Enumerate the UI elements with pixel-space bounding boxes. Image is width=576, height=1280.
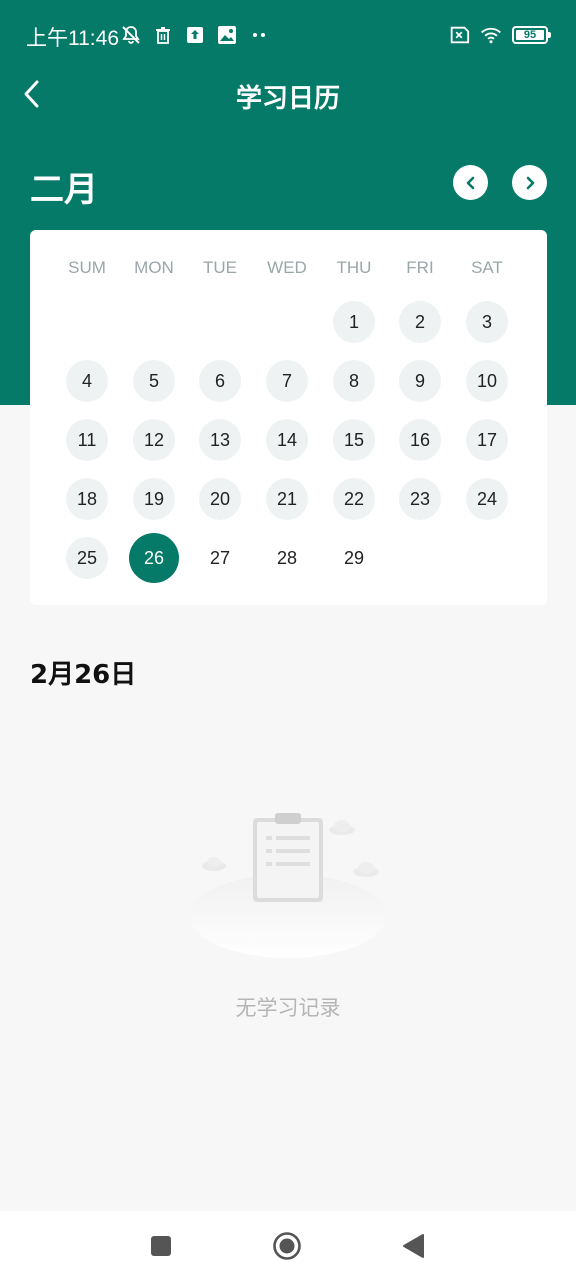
clipboard-icon (190, 800, 390, 965)
calendar-day[interactable]: 17 (466, 419, 508, 461)
chevron-left-icon (466, 176, 474, 189)
bell-off-icon (120, 24, 142, 46)
wifi-icon (480, 24, 502, 46)
weekday-label: WED (267, 258, 307, 277)
calendar-day[interactable]: 9 (399, 360, 441, 402)
sim-off-icon (448, 24, 470, 46)
battery-icon: 95 (512, 26, 551, 44)
calendar-day[interactable]: 25 (66, 537, 108, 579)
calendar-card: SUM MON TUE WED THU FRI SAT 1 2 3 4 5 6 7 8 9 10 11 12 13 1… (30, 230, 547, 605)
home-button[interactable] (272, 1231, 302, 1261)
calendar-day[interactable]: 21 (266, 478, 308, 520)
calendar-day-selected[interactable]: 26 (129, 533, 179, 583)
more-dots-icon (248, 24, 270, 46)
status-icons-left (120, 22, 270, 48)
prev-month-button[interactable] (453, 165, 488, 200)
calendar-day[interactable]: 10 (466, 360, 508, 402)
calendar-day[interactable]: 19 (133, 478, 175, 520)
calendar-day[interactable]: 3 (466, 301, 508, 343)
calendar-day[interactable]: 29 (333, 537, 375, 579)
status-time: 上午11:46 (26, 27, 119, 50)
calendar-day[interactable]: 6 (199, 360, 241, 402)
selected-date-label: 2月26日 (30, 660, 137, 690)
weekday-label: THU (336, 258, 372, 277)
home-icon (273, 1232, 301, 1260)
calendar-day[interactable]: 2 (399, 301, 441, 343)
weekday-label: SAT (471, 258, 503, 277)
system-nav-bar (0, 1211, 576, 1280)
chevron-right-icon (526, 176, 534, 189)
weekday-label: TUE (203, 258, 237, 277)
calendar-day[interactable]: 28 (266, 537, 308, 579)
calendar-day[interactable]: 7 (266, 360, 308, 402)
recent-apps-icon (151, 1236, 171, 1256)
weekday-label: FRI (406, 258, 434, 277)
month-label: 二月 (30, 170, 98, 210)
calendar-day[interactable]: 16 (399, 419, 441, 461)
page: 上午11:46 95 学习日历 二月 SUM MON TUE WED THU F… (0, 0, 576, 1280)
calendar-day[interactable]: 22 (333, 478, 375, 520)
recent-apps-button[interactable] (146, 1231, 176, 1261)
calendar-day[interactable]: 1 (333, 301, 375, 343)
calendar-day[interactable]: 11 (66, 419, 108, 461)
calendar-day[interactable]: 23 (399, 478, 441, 520)
status-bar: 上午11:46 95 (0, 0, 576, 70)
status-icons-right: 95 (448, 24, 551, 46)
calendar-day[interactable]: 18 (66, 478, 108, 520)
weekday-label: MON (134, 258, 174, 277)
empty-state-text: 无学习记录 (235, 996, 341, 1020)
weekday-label: SUM (68, 258, 106, 277)
calendar-day[interactable]: 8 (333, 360, 375, 402)
calendar-day[interactable]: 24 (466, 478, 508, 520)
calendar-day[interactable]: 12 (133, 419, 175, 461)
system-back-button[interactable] (398, 1231, 428, 1261)
calendar-day[interactable]: 14 (266, 419, 308, 461)
app-bar: 学习日历 (0, 70, 576, 120)
next-month-button[interactable] (512, 165, 547, 200)
page-title: 学习日历 (235, 84, 340, 114)
calendar-day[interactable]: 13 (199, 419, 241, 461)
upload-icon (184, 24, 206, 46)
image-icon (216, 24, 238, 46)
calendar-day[interactable]: 15 (333, 419, 375, 461)
calendar-day[interactable]: 5 (133, 360, 175, 402)
weekday-header: SUM MON TUE WED THU FRI SAT (51, 258, 551, 282)
trash-icon (152, 24, 174, 46)
back-triangle-icon (403, 1234, 424, 1258)
calendar-day[interactable]: 4 (66, 360, 108, 402)
battery-level: 95 (523, 29, 537, 41)
calendar-day[interactable]: 20 (199, 478, 241, 520)
calendar-day[interactable]: 27 (199, 537, 241, 579)
